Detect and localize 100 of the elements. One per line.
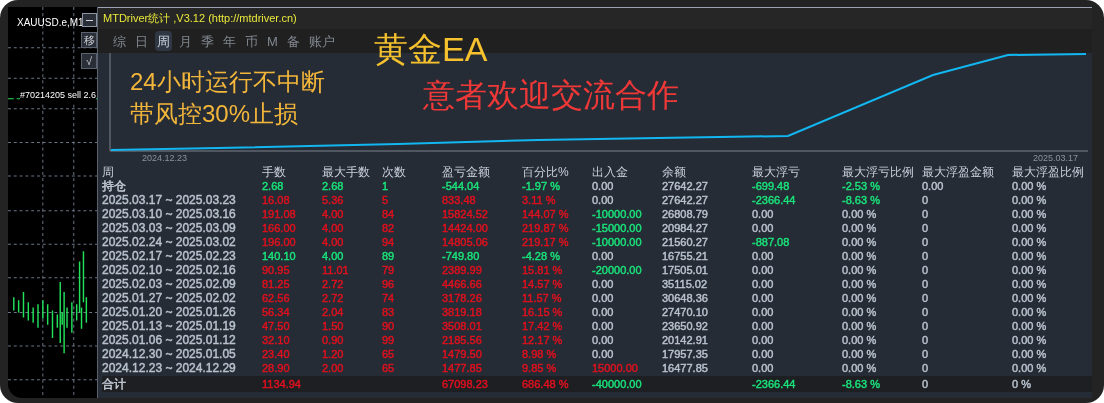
table-cell: 47.50	[262, 319, 290, 332]
table-cell: 0.00	[592, 179, 614, 192]
table-cell: 23650.92	[662, 319, 708, 332]
table-cell: -10000.00	[592, 235, 642, 248]
table-cell: 2025.03.03 ~ 2025.03.09	[102, 220, 236, 235]
table-cell: -8.63 %	[842, 193, 880, 206]
table-cell: 0.00 %	[842, 361, 877, 374]
table-cell: 0	[922, 347, 929, 360]
table-cell: 0.00	[752, 221, 774, 234]
table-cell: 0.00 %	[1012, 333, 1047, 346]
table-cell: 0.90	[322, 333, 344, 346]
table-cell: 0.00	[922, 179, 944, 192]
tab[interactable]: 季	[199, 31, 216, 51]
column-header: 百分比%	[522, 164, 570, 181]
table-cell: 0.00 %	[1012, 249, 1047, 262]
table-cell: 2.72	[322, 277, 344, 290]
table-cell: 0.00 %	[842, 249, 877, 262]
table-cell: 0	[922, 235, 929, 248]
table-cell: -544.04	[442, 179, 480, 192]
table-cell: 65	[382, 361, 395, 374]
total-cell: 合计	[102, 376, 126, 391]
panel-button[interactable]: 移	[81, 32, 97, 48]
table-cell: 0	[922, 361, 929, 374]
total-cell: 686.48 %	[522, 377, 569, 390]
table-cell: 0.00 %	[842, 207, 877, 220]
table-cell: 17505.01	[662, 263, 708, 276]
table-cell: 0.00	[752, 333, 774, 346]
table-cell: 2.68	[322, 179, 344, 192]
column-header: 最大浮盈金额	[922, 164, 995, 181]
table-cell: 0.00	[592, 333, 614, 346]
table-cell: 8.98 %	[522, 347, 557, 360]
minimize-button[interactable]	[82, 13, 97, 27]
tab[interactable]: 周	[155, 31, 172, 51]
table-cell: 3508.01	[442, 319, 482, 332]
table-cell: 3178.26	[442, 291, 482, 304]
table-cell: 0.00 %	[842, 221, 877, 234]
table-cell: 90	[382, 319, 395, 332]
panel-button[interactable]: √	[81, 53, 97, 69]
table-cell: 0.00 %	[842, 333, 877, 346]
table-cell: 16477.85	[662, 361, 708, 374]
table-cell: 30648.36	[662, 291, 708, 304]
column-header: 周	[102, 164, 115, 180]
table-cell: 32.10	[262, 333, 290, 346]
total-cell: -2366.44	[752, 377, 796, 390]
table-cell: 0.00	[592, 249, 614, 262]
table-cell: 2025.02.10 ~ 2025.02.16	[102, 262, 236, 277]
tab[interactable]: 账户	[306, 31, 337, 51]
tab[interactable]: 年	[221, 31, 238, 51]
table-cell: -2366.44	[752, 193, 796, 206]
table-cell: 0.00	[592, 193, 614, 206]
table-cell: 2025.01.06 ~ 2025.01.12	[102, 332, 236, 347]
total-cell: 67098.23	[442, 377, 488, 390]
table-cell: 14805.06	[442, 235, 488, 248]
table-cell: 17.42 %	[522, 319, 563, 332]
table-cell: 94	[382, 235, 395, 248]
table-cell: 17957.35	[662, 347, 708, 360]
table-cell: -20000.00	[592, 263, 642, 276]
table-cell: 0	[922, 333, 929, 346]
column-header: 盈亏金额	[442, 164, 491, 181]
table-cell: 2389.99	[442, 263, 482, 276]
table-cell: 2025.02.24 ~ 2025.03.02	[102, 234, 236, 249]
tab[interactable]: 日	[133, 31, 150, 51]
tab[interactable]: 备	[284, 31, 302, 51]
table-cell: 2.68	[262, 179, 284, 192]
table-cell: 62.56	[262, 291, 290, 304]
table-cell: 56.34	[262, 305, 290, 318]
table-cell: 9.85 %	[522, 361, 557, 374]
column-header: 最大浮亏	[752, 164, 801, 181]
tab[interactable]: M	[265, 31, 280, 51]
table-cell: 0	[922, 249, 929, 262]
table-cell: 0.00	[592, 305, 614, 318]
table-cell: 2025.03.10 ~ 2025.03.16	[102, 206, 236, 221]
table-cell: 14.57 %	[522, 277, 563, 290]
promo-text: 24小时运行不中断	[130, 67, 325, 97]
table-cell: 0.00	[592, 319, 614, 332]
table-cell: 3819.18	[442, 305, 482, 318]
tab[interactable]: 月	[177, 31, 194, 51]
table-cell: 81.25	[262, 277, 290, 290]
table-cell: 16.08	[262, 193, 290, 206]
table-cell: 14424.00	[442, 221, 488, 234]
total-cell: 0 %	[1012, 377, 1031, 390]
table-cell: 16755.21	[662, 249, 708, 262]
table-cell: 23.40	[262, 347, 290, 360]
table-cell: 3.11 %	[522, 193, 556, 206]
table-cell: 0.00 %	[1012, 179, 1047, 192]
column-header: 最大浮亏比例	[842, 164, 915, 181]
table-cell: 79	[382, 263, 395, 276]
tab[interactable]: 综	[111, 31, 128, 51]
table-cell: 21560.27	[662, 235, 708, 248]
tab[interactable]: 币	[243, 31, 260, 51]
table-cell: 5	[382, 193, 389, 206]
table-cell: 219.17 %	[522, 235, 569, 248]
table-cell: 2025.01.27 ~ 2025.02.02	[102, 290, 236, 305]
table-cell: 15824.52	[442, 207, 488, 220]
symbol-label: XAUUSD.e,M1	[17, 16, 84, 30]
table-cell: 1.20	[322, 347, 344, 360]
table-cell: 833.48	[442, 193, 476, 206]
table-cell: 4.00	[322, 235, 344, 248]
total-cell: -40000.00	[592, 377, 642, 390]
table-cell: 2.00	[322, 361, 344, 374]
